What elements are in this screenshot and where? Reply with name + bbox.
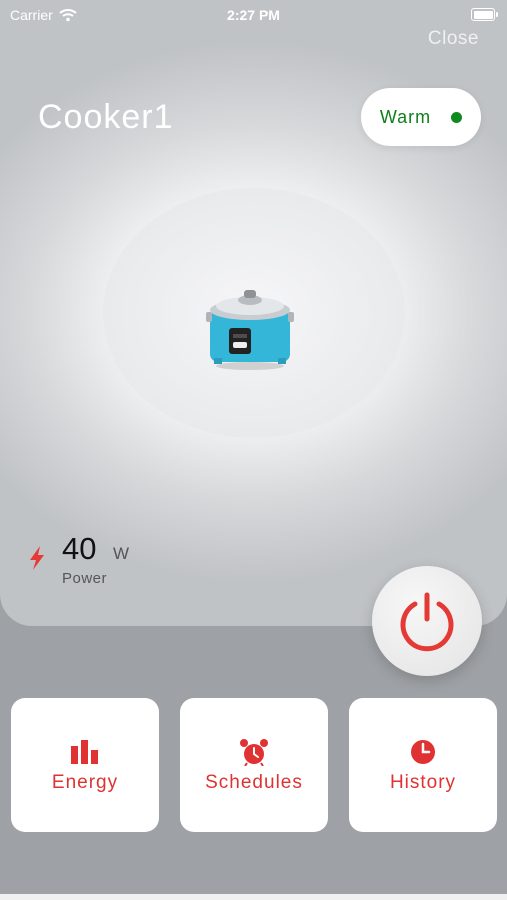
action-tiles: Energy Schedules History: [0, 698, 507, 834]
state-indicator-dot: [451, 111, 463, 123]
lightning-icon: [30, 546, 44, 570]
energy-tile[interactable]: Energy: [11, 698, 159, 832]
state-badge: Warm: [361, 88, 481, 146]
schedules-label: Schedules: [205, 772, 303, 793]
power-unit: W: [113, 544, 130, 563]
device-name: Cooker1: [38, 98, 174, 136]
rice-cooker-image: [206, 290, 294, 370]
history-label: History: [389, 772, 457, 793]
alarm-clock-icon: [240, 739, 268, 766]
history-tile[interactable]: History: [349, 698, 497, 832]
power-label: Power: [62, 570, 108, 587]
status-time: 2:27 PM: [227, 7, 280, 23]
bar-chart-icon: [71, 740, 98, 764]
device-card: Close Cooker1 Warm 40 W Power: [0, 0, 507, 626]
state-label: Warm: [379, 106, 432, 127]
close-button[interactable]: Close: [428, 28, 479, 50]
battery-icon: [471, 8, 498, 21]
schedules-tile[interactable]: Schedules: [180, 698, 328, 832]
power-value: 40: [62, 531, 97, 566]
power-toggle-button[interactable]: [372, 566, 482, 676]
status-bar: Carrier 2:27 PM: [0, 0, 507, 30]
clock-icon: [411, 740, 435, 764]
power-icon: [400, 592, 454, 652]
energy-label: Energy: [51, 772, 119, 793]
bottom-bar: [0, 894, 507, 900]
